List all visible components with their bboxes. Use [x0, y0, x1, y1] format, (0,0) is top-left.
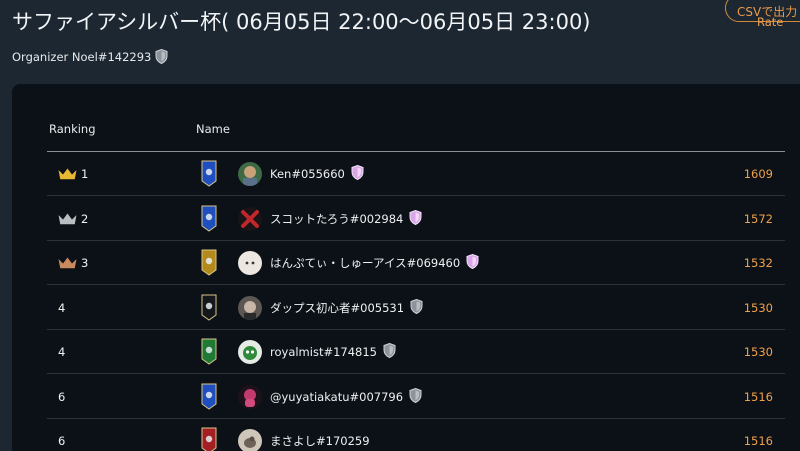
- rank-cell: 4: [58, 286, 65, 330]
- player-cell[interactable]: まさよし#170259: [270, 419, 370, 451]
- table-row[interactable]: 4 ダップス初心者#005531 1530: [47, 286, 785, 330]
- rank-number: 4: [58, 300, 66, 315]
- table-row[interactable]: 4 royalmist#174815 1530: [47, 330, 785, 374]
- player-cell[interactable]: スコットたろう#002984: [270, 197, 422, 241]
- rate-value: 1516: [743, 389, 773, 404]
- pink-shield-icon: [406, 209, 422, 228]
- player-cell[interactable]: @yuyatiakatu#007796: [270, 375, 422, 419]
- rank-number: 3: [81, 256, 89, 270]
- table-row[interactable]: 3 はんぷてぃ・しゅーアイス#069460 1532: [47, 241, 785, 285]
- rank-number: 6: [58, 389, 66, 404]
- crown-icon: [58, 257, 77, 269]
- rank-cell: 3: [58, 241, 88, 285]
- column-header-name: Name: [196, 122, 230, 136]
- pink-shield-icon: [463, 253, 479, 272]
- player-name[interactable]: まさよし#170259: [270, 433, 370, 449]
- silver-shield-icon: [407, 298, 423, 317]
- table-row[interactable]: 6 @yuyatiakatu#007796 1516: [47, 375, 785, 419]
- player-name[interactable]: royalmist#174815: [270, 345, 377, 359]
- avatar[interactable]: [238, 295, 262, 320]
- rate-value: 1609: [743, 167, 773, 181]
- banner-emblem-icon: [201, 338, 217, 365]
- page-title: サファイアシルバー杯( 06月05日 22:00〜06月05日 23:00): [12, 10, 591, 34]
- player-name[interactable]: はんぷてぃ・しゅーアイス#069460: [270, 255, 460, 271]
- player-name[interactable]: Ken#055660: [270, 167, 345, 181]
- rank-cell: 1: [58, 152, 88, 196]
- column-header-rate: Rate: [757, 15, 784, 29]
- rank-number: 4: [58, 345, 66, 359]
- rank-number: 1: [81, 167, 89, 181]
- banner-emblem-icon: [201, 294, 217, 321]
- player-cell[interactable]: royalmist#174815: [270, 330, 396, 374]
- avatar[interactable]: [238, 384, 262, 409]
- banner-emblem-icon: [201, 427, 217, 451]
- player-name[interactable]: @yuyatiakatu#007796: [270, 390, 403, 404]
- table-row[interactable]: 1 Ken#055660 1609: [47, 152, 785, 196]
- rank-cell: 6: [58, 375, 65, 419]
- banner-emblem-icon: [201, 249, 217, 276]
- rank-cell: 2: [58, 197, 88, 241]
- player-cell[interactable]: ダップス初心者#005531: [270, 286, 423, 330]
- crown-icon: [58, 213, 77, 224]
- rate-value: 1516: [743, 434, 773, 448]
- rate-value: 1532: [743, 256, 773, 270]
- player-cell[interactable]: Ken#055660: [270, 152, 364, 196]
- banner-emblem-icon: [201, 160, 217, 187]
- player-name[interactable]: ダップス初心者#005531: [270, 300, 404, 316]
- organizer-text: Organizer Noel#142293: [12, 49, 152, 64]
- rank-number: 6: [58, 434, 66, 448]
- rate-value: 1530: [743, 345, 773, 359]
- rate-value: 1572: [743, 211, 773, 226]
- organizer-line: Organizer Noel#142293: [12, 49, 168, 64]
- table-row[interactable]: 2 スコットたろう#002984 1572: [47, 197, 785, 241]
- silver-shield-icon: [155, 49, 168, 64]
- avatar[interactable]: [238, 251, 262, 275]
- crown-icon: [58, 168, 77, 180]
- player-cell[interactable]: はんぷてぃ・しゅーアイス#069460: [270, 241, 479, 285]
- rank-cell: 4: [58, 330, 65, 374]
- avatar[interactable]: [238, 206, 262, 231]
- silver-shield-icon: [380, 342, 396, 361]
- avatar[interactable]: [238, 340, 262, 364]
- column-header-ranking: Ranking: [49, 122, 96, 136]
- player-name[interactable]: スコットたろう#002984: [270, 211, 403, 227]
- silver-shield-icon: [406, 387, 422, 406]
- rank-number: 2: [81, 211, 89, 226]
- avatar[interactable]: [238, 429, 262, 451]
- rank-cell: 6: [58, 419, 65, 451]
- banner-emblem-icon: [201, 383, 217, 410]
- avatar[interactable]: [238, 162, 262, 186]
- table-row[interactable]: 6 まさよし#170259 1516: [47, 419, 785, 451]
- pink-shield-icon: [348, 164, 364, 183]
- banner-emblem-icon: [201, 205, 217, 232]
- rate-value: 1530: [743, 300, 773, 315]
